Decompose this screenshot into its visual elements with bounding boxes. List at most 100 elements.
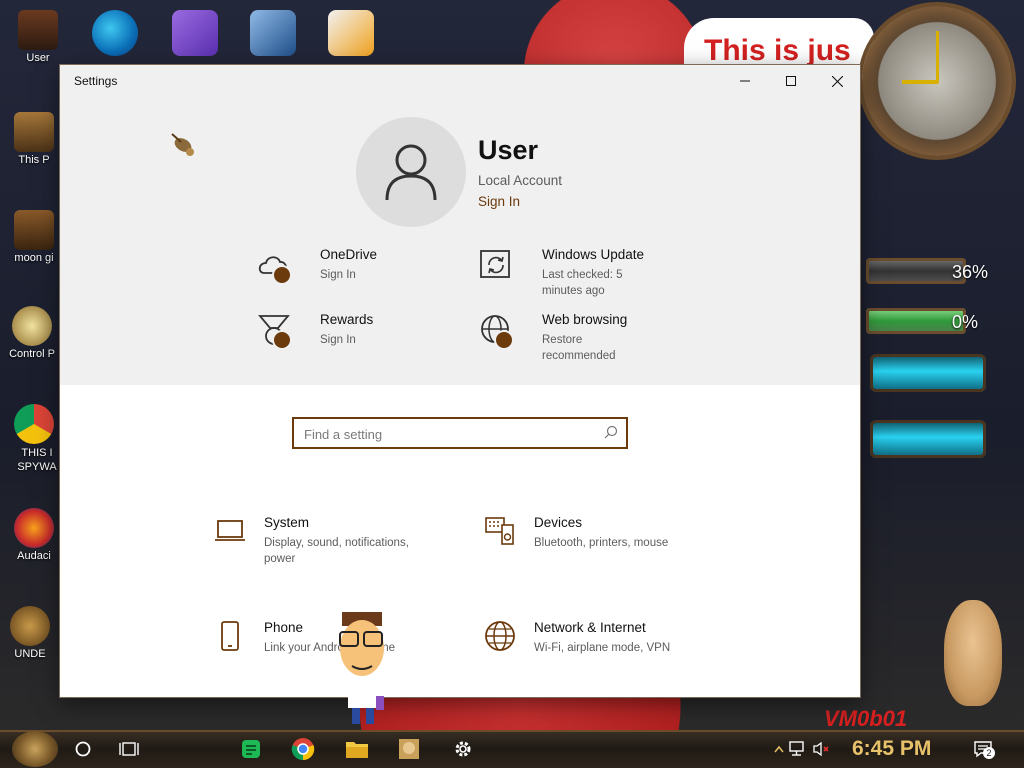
hd-app-icon[interactable] — [328, 10, 374, 56]
desktop-icon-control-panel[interactable]: Control P — [2, 306, 62, 360]
sync-icon — [480, 250, 510, 278]
person-icon — [385, 144, 437, 201]
clock-minute-hand — [902, 80, 938, 84]
bug-sprite — [171, 133, 194, 156]
taskbar-clock[interactable]: 6:45 PM — [852, 737, 931, 761]
phone-icon — [221, 621, 239, 651]
desktop-icon-label: Audaci — [17, 550, 51, 562]
category-title: Devices — [534, 515, 583, 530]
keyboard-speaker-icon — [485, 517, 514, 545]
taskbar: 6:45 PM 2 — [0, 730, 1024, 768]
meter-gauge — [866, 308, 966, 334]
chrome-icon — [14, 404, 54, 444]
circle-icon — [75, 741, 91, 757]
category-network[interactable]: Network & Internet Wi-Fi, airplane mode,… — [484, 620, 744, 690]
sign-in-link[interactable]: Sign In — [478, 194, 520, 209]
task-view-button[interactable] — [114, 734, 144, 764]
speech-bubble-text: This is jus — [704, 34, 851, 67]
service-subtitle: Sign In — [320, 334, 356, 346]
category-title: Phone — [264, 620, 304, 635]
category-system[interactable]: System Display, sound, notifications, po… — [214, 515, 474, 585]
desktop-icon-label: UNDE — [14, 648, 46, 660]
service-title: Windows Update — [542, 247, 645, 262]
laptop-icon — [215, 520, 245, 541]
meter-gauge — [866, 258, 966, 284]
account-name: User — [478, 135, 539, 165]
watermark-text: VM0b01 — [824, 706, 908, 730]
desktop-icon-label: moon gi — [14, 252, 54, 264]
desktop-icon-label: User — [26, 52, 50, 64]
service-title: OneDrive — [320, 247, 378, 262]
start-button[interactable] — [12, 731, 58, 767]
category-title: System — [264, 515, 310, 530]
category-subtitle: Bluetooth, printers, mouse — [534, 537, 669, 549]
desktop-icon-label: This P — [18, 154, 50, 166]
taskbar-app-file-explorer[interactable] — [342, 734, 372, 764]
maximize-button[interactable] — [768, 65, 814, 97]
service-subtitle: Sign In — [320, 269, 356, 281]
gear-icon — [455, 741, 471, 757]
category-title: Network & Internet — [534, 620, 646, 635]
network-icon — [789, 741, 804, 756]
barrel-icon — [14, 210, 54, 250]
account-type: Local Account — [478, 173, 563, 188]
notification-count-badge: 2 — [983, 747, 995, 759]
audacity-icon — [14, 508, 54, 548]
avatar[interactable] — [356, 117, 466, 227]
taskbar-app-image[interactable] — [394, 734, 424, 764]
cortana-button[interactable] — [68, 734, 98, 764]
service-title: Rewards — [320, 312, 374, 327]
search-icon[interactable] — [604, 425, 618, 439]
desktop-icon-unde[interactable]: UNDE — [0, 606, 60, 660]
desktop-icon-label: THIS I SPYWA — [17, 447, 57, 473]
meter-percent: 36% — [952, 262, 989, 282]
desktop-icon-moon[interactable]: moon gi — [4, 210, 64, 264]
category-devices[interactable]: Devices Bluetooth, printers, mouse — [484, 515, 744, 585]
search-input[interactable] — [302, 423, 596, 445]
edge-icon[interactable] — [92, 10, 138, 56]
clock-hour-hand — [936, 31, 939, 83]
visual-studio-icon[interactable] — [172, 10, 218, 56]
minimize-icon — [740, 80, 750, 82]
volume-tray-button[interactable] — [806, 734, 836, 764]
maximize-icon — [786, 76, 796, 86]
sticky-notes-icon — [242, 740, 260, 758]
desktop-icon-label: Control P — [9, 348, 55, 360]
status-dot — [274, 267, 290, 283]
minimize-button[interactable] — [722, 65, 768, 97]
chrome-icon — [291, 738, 315, 761]
service-title: Web browsing — [542, 312, 628, 327]
title-bar[interactable]: Settings — [60, 65, 860, 97]
lightbulb-icon — [12, 306, 52, 346]
virtualbox-icon[interactable] — [250, 10, 296, 56]
volume-muted-icon — [813, 741, 829, 757]
hamster-image — [944, 600, 1002, 706]
taskbar-app-chrome[interactable] — [288, 734, 318, 764]
close-button[interactable] — [814, 65, 860, 97]
status-dot — [496, 332, 512, 348]
window-title: Settings — [74, 74, 118, 88]
service-subtitle: Restore recommended — [542, 334, 616, 362]
category-subtitle: Display, sound, notifications, power — [264, 537, 409, 565]
task-view-icon — [119, 742, 139, 756]
taskbar-app-notes[interactable] — [236, 734, 266, 764]
desktop-icon-this-pc[interactable]: This P — [4, 112, 64, 166]
status-dot — [274, 332, 290, 348]
globe-icon — [485, 621, 515, 651]
user-folder-icon — [18, 10, 58, 50]
meter-percent: 0% — [952, 312, 979, 332]
image-app-icon — [399, 739, 419, 759]
service-subtitle: Last checked: 5 minutes ago — [542, 269, 623, 297]
gear-icon — [10, 606, 50, 646]
tube-gauge — [870, 420, 986, 458]
desktop-icon-user[interactable]: User — [8, 10, 68, 64]
clock-widget — [862, 6, 1012, 156]
desktop-icon-chrome[interactable]: THIS I SPYWA — [4, 404, 64, 474]
folder-icon — [346, 742, 368, 758]
cartoon-character — [339, 612, 384, 724]
tube-gauge — [870, 354, 986, 392]
desktop-icon-audacity[interactable]: Audaci — [4, 508, 64, 562]
settings-search-box[interactable] — [292, 417, 628, 449]
taskbar-app-settings[interactable] — [448, 734, 478, 764]
computer-icon — [14, 112, 54, 152]
